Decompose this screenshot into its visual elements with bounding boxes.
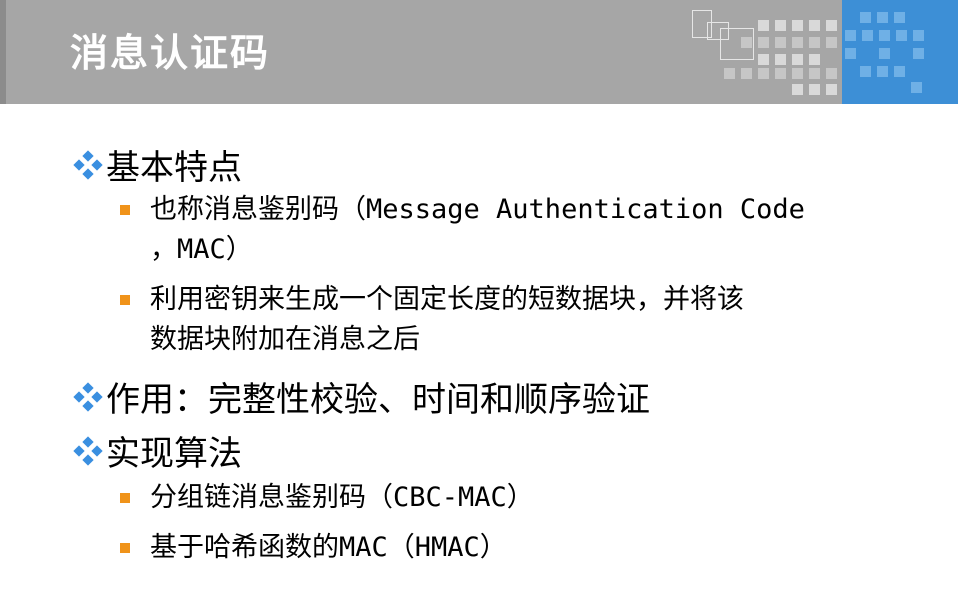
- decor-square: [809, 37, 820, 48]
- slide-body: 基本特点 也称消息鉴别码（Message Authentication Code…: [0, 104, 958, 595]
- decor-square: [877, 66, 888, 77]
- decor-square: [826, 20, 837, 31]
- decor-square: [758, 68, 769, 79]
- square-bullet-icon: [120, 205, 130, 215]
- decor-square: [724, 68, 735, 79]
- decor-square: [758, 54, 769, 65]
- square-bullet-icon: [120, 493, 130, 503]
- sub-bullet-line: 利用密钥来生成一个固定长度的短数据块，并将该: [150, 284, 744, 315]
- decor-square: [860, 66, 871, 77]
- decor-square: [741, 68, 752, 79]
- decor-square: [792, 54, 803, 65]
- decor-square: [877, 12, 888, 23]
- decor-square: [758, 20, 769, 31]
- decor-square: [809, 68, 820, 79]
- decor-square: [826, 84, 837, 95]
- bullet-item-purpose: 作用：完整性校验、时间和顺序验证: [72, 372, 650, 421]
- bullet-item-label: 实现算法: [106, 434, 242, 474]
- decor-square: [896, 30, 907, 41]
- square-bullet-icon: [120, 543, 130, 553]
- sub-bullet-item-cbc-mac: 分组链消息鉴别码（CBC-MAC）: [120, 478, 534, 518]
- decor-square: [809, 20, 820, 31]
- decor-square: [826, 68, 837, 79]
- decor-square: [826, 37, 837, 48]
- bullet-item-algorithms: 实现算法: [72, 426, 242, 475]
- decor-square: [758, 37, 769, 48]
- sub-bullet-item-mac-name: 也称消息鉴别码（Message Authentication Code ，MAC…: [120, 190, 805, 270]
- decor-square: [913, 30, 924, 41]
- square-bullet-icon: [120, 295, 130, 305]
- decor-square: [845, 48, 856, 59]
- bullet-item-basic-features: 基本特点: [72, 140, 242, 189]
- sub-bullet-line: 数据块附加在消息之后: [150, 324, 420, 355]
- bullet-item-label: 基本特点: [106, 148, 242, 188]
- decor-square: [809, 84, 820, 95]
- slide-title: 消息认证码: [70, 31, 271, 75]
- decor-square: [879, 30, 890, 41]
- decor-square: [741, 37, 752, 48]
- decor-square: [792, 20, 803, 31]
- diamond-bullet-icon: [73, 381, 103, 412]
- diamond-bullet-icon: [73, 149, 103, 180]
- sub-bullet-line: ，MAC）: [150, 234, 253, 265]
- decor-square: [775, 37, 786, 48]
- slide-header: 消息认证码: [0, 0, 958, 104]
- sub-bullet-item-hmac: 基于哈希函数的MAC（HMAC）: [120, 528, 507, 568]
- sub-bullet-item-key-block: 利用密钥来生成一个固定长度的短数据块，并将该 数据块附加在消息之后: [120, 280, 744, 360]
- bullet-item-label: 作用：完整性校验、时间和顺序验证: [106, 380, 650, 420]
- decor-square: [862, 30, 873, 41]
- decor-square: [775, 20, 786, 31]
- decor-square: [894, 12, 905, 23]
- decor-square: [792, 37, 803, 48]
- decor-square: [860, 12, 871, 23]
- decor-square: [845, 30, 856, 41]
- decor-square: [913, 48, 924, 59]
- sub-bullet-line: 基于哈希函数的MAC（HMAC）: [150, 532, 507, 563]
- decor-square: [775, 68, 786, 79]
- sub-bullet-line: 也称消息鉴别码（Message Authentication Code: [150, 194, 805, 225]
- decor-square: [775, 54, 786, 65]
- decor-square: [879, 48, 890, 59]
- decor-square: [792, 84, 803, 95]
- decor-square: [792, 68, 803, 79]
- decor-square: [911, 82, 922, 93]
- diamond-bullet-icon: [73, 435, 103, 466]
- sub-bullet-line: 分组链消息鉴别码（CBC-MAC）: [150, 482, 534, 513]
- decor-square: [809, 54, 820, 65]
- decor-square: [894, 66, 905, 77]
